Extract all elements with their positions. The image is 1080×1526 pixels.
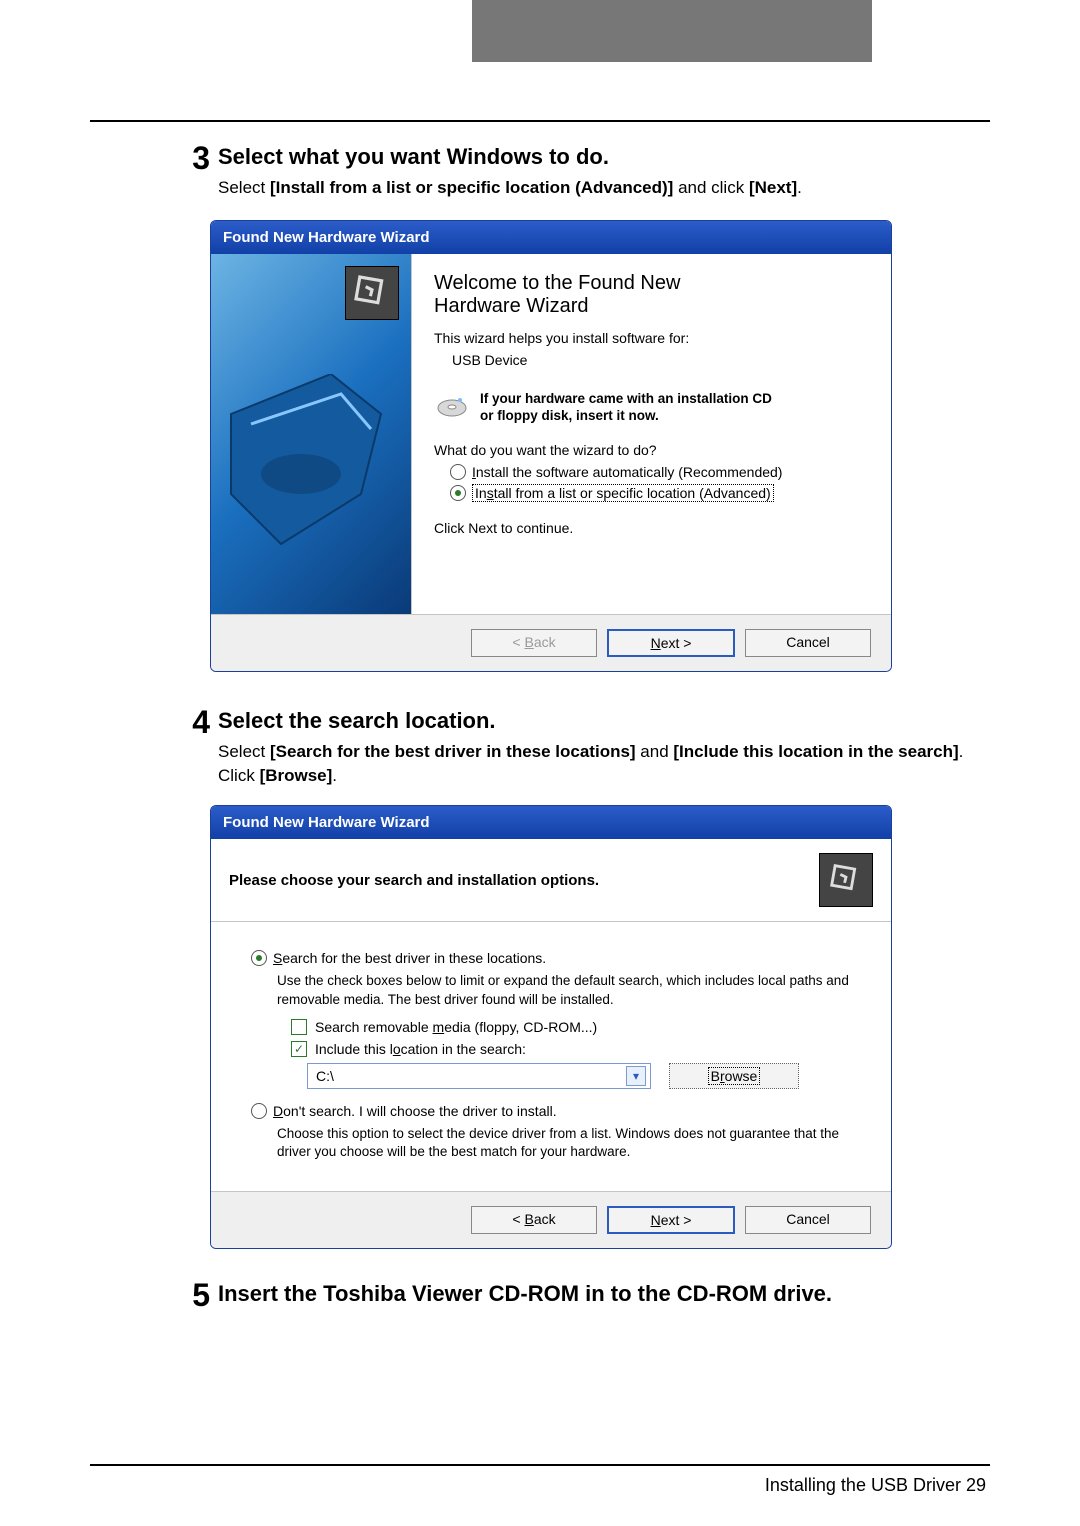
wizard-2-radio-search-label: Search for the best driver in these loca…: [273, 950, 546, 966]
wizard-2-dont-desc: Choose this option to select the device …: [277, 1125, 861, 1161]
wizard-2-search-desc: Use the check boxes below to limit or ex…: [277, 972, 861, 1008]
cd-icon: [434, 390, 470, 426]
wizard-2-chk-include[interactable]: Include this location in the search: Inc…: [291, 1041, 861, 1057]
wizard-1-cd-l1: If your hardware came with an installati…: [480, 391, 772, 406]
wizard-2-path-value: C:\: [316, 1068, 334, 1084]
wizard-1-radio-auto-label: IInstall the software automatically (Rec…: [472, 464, 782, 480]
step-4-desc-b3: [Browse]: [260, 766, 333, 785]
step-3-desc-end: .: [797, 178, 802, 197]
step-3: 3 Select what you want Windows to do. Se…: [90, 142, 990, 200]
wizard-2-header: Please choose your search and installati…: [211, 839, 891, 922]
step-4-body: Select the search location. Select [Sear…: [218, 706, 990, 788]
checkbox-icon: [291, 1019, 307, 1035]
step-4-number: 4: [90, 706, 218, 788]
step-4-desc-b1: [Search for the best driver in these loc…: [270, 742, 636, 761]
wizard-1-device: USB Device: [452, 352, 869, 368]
header-grey-block: [472, 0, 872, 62]
wizard-2: Found New Hardware Wizard Please choose …: [210, 805, 892, 1249]
wizard-1-helps: This wizard helps you install software f…: [434, 330, 869, 346]
radio-selected-icon: [450, 485, 466, 501]
step-3-number: 3: [90, 142, 218, 200]
wizard-2-browse-button[interactable]: BrowseBrowse: [669, 1063, 799, 1089]
step-4-desc-end: .: [332, 766, 337, 785]
step-5-body: Insert the Toshiba Viewer CD-ROM in to t…: [218, 1279, 990, 1313]
wizard-1-radio-specific[interactable]: Install from a list or specific location…: [450, 484, 869, 502]
radio-icon: [251, 1103, 267, 1119]
step-3-desc: Select [Install from a list or specific …: [218, 176, 990, 200]
wizard-2-path-row: C:\ ▾ BrowseBrowse: [307, 1063, 861, 1089]
wizard-2-titlebar: Found New Hardware Wizard: [211, 806, 891, 839]
wizard-2-next-button[interactable]: Next >Next >: [607, 1206, 735, 1234]
wizard-1-body: Welcome to the Found New Hardware Wizard…: [211, 254, 891, 614]
wizard-1-sidebar-logo-icon: [345, 266, 399, 320]
step-5-title: Insert the Toshiba Viewer CD-ROM in to t…: [218, 1281, 990, 1307]
step-4-title: Select the search location.: [218, 708, 990, 734]
wizard-1-sidebar-image: [211, 254, 412, 614]
wizard-1-welcome: Welcome to the Found New Hardware Wizard: [434, 272, 869, 318]
wizard-2-radio-dont-label: Don't search. I will choose the driver t…: [273, 1103, 557, 1119]
wizard-1-next-button[interactable]: Next >Next >: [607, 629, 735, 657]
wizard-1-cd-text: If your hardware came with an installati…: [480, 390, 772, 425]
wizard-1-radio-specific-label: Install from a list or specific location…: [472, 484, 774, 502]
radio-selected-icon: [251, 950, 267, 966]
wizard-2-body: Search for the best driver in these loca…: [211, 922, 891, 1191]
wizard-1-back-button: < Back< Back: [471, 629, 597, 657]
wizard-1-main: Welcome to the Found New Hardware Wizard…: [412, 254, 891, 614]
wizard-2-radio-dont[interactable]: Don't search. I will choose the driver t…: [251, 1103, 861, 1119]
chevron-down-icon[interactable]: ▾: [626, 1066, 646, 1086]
wizard-2-chk-include-label: Include this location in the search:: [315, 1041, 526, 1057]
wizard-1-cd-row: If your hardware came with an installati…: [434, 390, 869, 426]
step-5-number: 5: [90, 1279, 218, 1313]
wizard-2-chk-removable[interactable]: Search removable media (floppy, CD-ROM..…: [291, 1019, 861, 1035]
wizard-2-chk-removable-label: Search removable media (floppy, CD-ROM..…: [315, 1019, 597, 1035]
step-3-desc-pre: Select: [218, 178, 270, 197]
step-3-desc-bold2: [Next]: [749, 178, 797, 197]
step-4-desc: Select [Search for the best driver in th…: [218, 740, 990, 788]
wizard-2-header-title: Please choose your search and installati…: [229, 872, 599, 889]
wizard-2-cancel-button[interactable]: Cancel: [745, 1206, 871, 1234]
footer-rule: [90, 1464, 990, 1466]
radio-icon: [450, 464, 466, 480]
wizard-1-sidebar-art-icon: [221, 374, 391, 554]
wizard-1-cancel-button[interactable]: Cancel: [745, 629, 871, 657]
content-area: 3 Select what you want Windows to do. Se…: [90, 120, 990, 1456]
step-3-desc-bold1: [Install from a list or specific locatio…: [270, 178, 673, 197]
page: 3 Select what you want Windows to do. Se…: [0, 0, 1080, 1526]
step-4-desc-b2: [Include this location in the search]: [673, 742, 958, 761]
step-3-title: Select what you want Windows to do.: [218, 144, 990, 170]
wizard-1-welcome-l2: Hardware Wizard: [434, 295, 588, 317]
wizard-1-titlebar: Found New Hardware Wizard: [211, 221, 891, 254]
wizard-1-buttons: < Back< Back Next >Next > Cancel: [211, 614, 891, 671]
wizard-2-path-combobox[interactable]: C:\ ▾: [307, 1063, 651, 1089]
wizard-2-radio-search[interactable]: Search for the best driver in these loca…: [251, 950, 861, 966]
step-3-body: Select what you want Windows to do. Sele…: [218, 142, 990, 200]
checkbox-checked-icon: [291, 1041, 307, 1057]
wizard-2-logo-icon: [819, 853, 873, 907]
wizard-1-radio-auto[interactable]: IInstall the software automatically (Rec…: [450, 464, 869, 480]
wizard-1-question: What do you want the wizard to do?: [434, 442, 869, 458]
step-4-desc-pre: Select: [218, 742, 270, 761]
step-4-desc-mid1: and: [636, 742, 674, 761]
wizard-1: Found New Hardware Wizard: [210, 220, 892, 672]
wizard-1-click-next: Click Next to continue.: [434, 520, 869, 536]
footer-text: Installing the USB Driver 29: [765, 1475, 986, 1496]
wizard-1-cd-l2: or floppy disk, insert it now.: [480, 408, 659, 423]
step-3-desc-mid: and click: [673, 178, 749, 197]
step-5: 5 Insert the Toshiba Viewer CD-ROM in to…: [90, 1279, 990, 1313]
step-4: 4 Select the search location. Select [Se…: [90, 706, 990, 788]
wizard-2-buttons: < Back< Back Next >Next > Cancel: [211, 1191, 891, 1248]
wizard-2-back-button[interactable]: < Back< Back: [471, 1206, 597, 1234]
wizard-1-welcome-l1: Welcome to the Found New: [434, 272, 680, 294]
